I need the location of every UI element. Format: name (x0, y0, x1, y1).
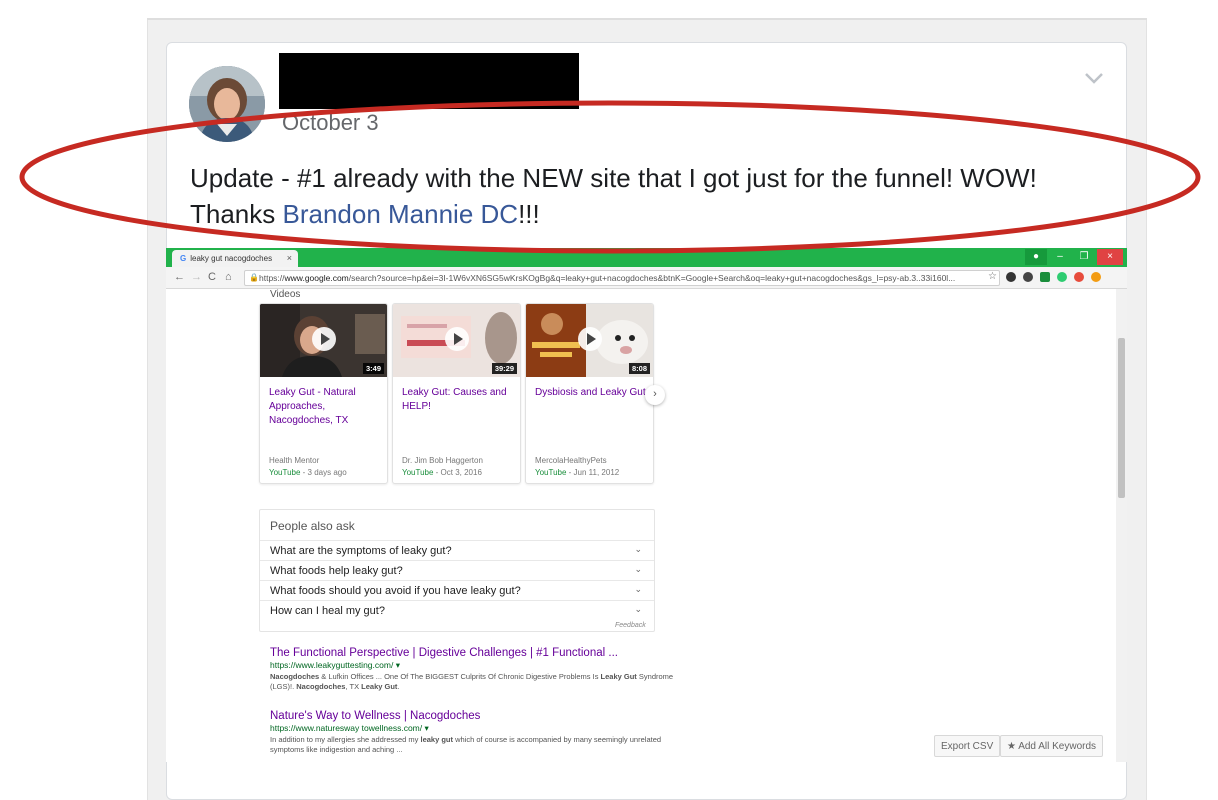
shield-icon[interactable] (1040, 272, 1050, 282)
dropdown-arrow-icon[interactable]: ▾ (396, 660, 400, 670)
chevron-down-icon[interactable]: ⌄ (634, 604, 642, 615)
video-duration: 39:29 (491, 363, 517, 374)
result-title[interactable]: Nature's Way to Wellness | Nacogdoches (270, 710, 690, 722)
author-name-redaction (279, 53, 579, 109)
video-date: - Jun 11, 2012 (566, 468, 620, 477)
chevron-down-icon[interactable]: ⌄ (634, 564, 642, 575)
url-path: /search?source=hp&ei=3I-1W6vXN6SG5wKrsKO… (348, 273, 956, 283)
result-url-text: https://www.leakyguttesting.com/ (270, 660, 394, 670)
play-icon[interactable] (445, 327, 469, 351)
chevron-down-icon[interactable]: ⌄ (634, 544, 642, 555)
dropdown-arrow-icon[interactable]: ▾ (425, 723, 429, 733)
tab-title: leaky gut nacogdoches (190, 254, 273, 263)
extension-icon[interactable] (1091, 272, 1101, 282)
google-icon: G (180, 254, 187, 263)
url-prefix: https:// (259, 273, 285, 283)
close-button[interactable]: × (1097, 249, 1123, 265)
bookmark-star-icon[interactable]: ☆ (988, 271, 997, 282)
paa-question-text: How can I heal my gut? (270, 605, 385, 617)
video-card[interactable]: 8:08 Dysbiosis and Leaky Gut MercolaHeal… (525, 303, 654, 484)
extension-icon[interactable] (1006, 272, 1016, 282)
video-title[interactable]: Leaky Gut - Natural Approaches, Nacogdoc… (269, 386, 381, 428)
video-channel: MercolaHealthyPets (535, 456, 607, 465)
user-icon[interactable]: ● (1025, 249, 1047, 265)
video-channel: Dr. Jim Bob Haggerton (402, 456, 483, 465)
add-all-keywords-label: Add All Keywords (1018, 741, 1097, 752)
star-icon: ★ (1007, 741, 1016, 752)
carousel-next-icon[interactable]: › (645, 385, 665, 405)
video-channel: Health Mentor (269, 456, 320, 465)
search-result: The Functional Perspective | Digestive C… (270, 647, 690, 692)
paa-question[interactable]: How can I heal my gut? ⌄ (260, 600, 654, 620)
video-duration: 3:49 (362, 363, 384, 374)
post-date[interactable]: October 3 (282, 110, 379, 136)
extension-icon[interactable] (1057, 272, 1067, 282)
result-url-text: https://www.naturesway towellness.com/ (270, 723, 423, 733)
search-results-page: Videos 3:49 Leaky Gut - Natural Approach… (166, 289, 1116, 762)
home-icon[interactable]: ⌂ (225, 271, 232, 283)
avatar[interactable] (189, 66, 265, 142)
video-title[interactable]: Dysbiosis and Leaky Gut (535, 386, 647, 400)
extension-icon[interactable] (1023, 272, 1033, 282)
result-snippet: In addition to my allergies she addresse… (270, 735, 662, 754)
extension-icon[interactable] (1074, 272, 1084, 282)
result-url[interactable]: https://www.leakyguttesting.com/ ▾ (270, 660, 690, 671)
scrollbar-thumb[interactable] (1118, 338, 1125, 498)
search-result: Nature's Way to Wellness | Nacogdoches h… (270, 710, 690, 755)
post-message-suffix: !!! (518, 199, 540, 229)
address-bar: ← → C ⌂ 🔒 https://www.google.com/search?s… (166, 267, 1127, 289)
result-title[interactable]: The Functional Perspective | Digestive C… (270, 647, 690, 659)
back-icon[interactable]: ← (174, 271, 185, 283)
result-url[interactable]: https://www.naturesway towellness.com/ ▾ (270, 723, 690, 734)
feedback-link[interactable]: Feedback (615, 622, 646, 629)
videos-heading: Videos (270, 289, 301, 300)
url-host: www.google.com (284, 273, 349, 283)
paa-question-text: What foods help leaky gut? (270, 565, 403, 577)
mention-link[interactable]: Brandon Mannie DC (283, 199, 519, 229)
window-controls: ● – ❐ × (1025, 249, 1123, 265)
video-duration: 8:08 (628, 363, 650, 374)
video-title[interactable]: Leaky Gut: Causes and HELP! (402, 386, 514, 414)
video-source: YouTube - Jun 11, 2012 (535, 468, 619, 477)
paa-question[interactable]: What foods help leaky gut? ⌄ (260, 560, 654, 580)
paa-title: People also ask (270, 519, 355, 533)
video-date: - Oct 3, 2016 (433, 468, 482, 477)
person-photo-icon (189, 66, 265, 142)
paa-question[interactable]: What are the symptoms of leaky gut? ⌄ (260, 540, 654, 560)
video-date: - 3 days ago (300, 468, 347, 477)
maximize-button[interactable]: ❐ (1073, 249, 1095, 265)
play-icon[interactable] (578, 327, 602, 351)
browser-titlebar: Gleaky gut nacogdoches × ● – ❐ × (166, 248, 1127, 267)
paa-question-text: What are the symptoms of leaky gut? (270, 545, 452, 557)
export-csv-button[interactable]: Export CSV (934, 735, 1001, 757)
chevron-down-icon[interactable] (1084, 68, 1104, 88)
tab-close-icon[interactable]: × (287, 253, 292, 263)
result-snippet: Nacogdoches & Lufkin Offices ... One Of … (270, 672, 674, 691)
browser-tab[interactable]: Gleaky gut nacogdoches × (172, 250, 298, 267)
play-icon[interactable] (312, 327, 336, 351)
chevron-down-icon[interactable]: ⌄ (634, 584, 642, 595)
video-source-site: YouTube (402, 468, 434, 477)
add-all-keywords-button[interactable]: ★ Add All Keywords (1000, 735, 1104, 757)
post-message: Update - #1 already with the NEW site th… (190, 160, 1120, 232)
reload-icon[interactable]: C (208, 271, 216, 283)
video-source: YouTube - 3 days ago (269, 468, 347, 477)
video-source-site: YouTube (535, 468, 567, 477)
video-source: YouTube - Oct 3, 2016 (402, 468, 482, 477)
people-also-ask: People also ask What are the symptoms of… (259, 509, 655, 632)
forward-icon[interactable]: → (191, 271, 202, 283)
extension-icons (1006, 272, 1101, 282)
paa-question-text: What foods should you avoid if you have … (270, 585, 521, 597)
attached-screenshot[interactable]: Gleaky gut nacogdoches × ● – ❐ × ← → C ⌂… (166, 248, 1127, 762)
url-input[interactable]: 🔒 https://www.google.com/search?source=hp… (244, 270, 1000, 286)
video-card[interactable]: 3:49 Leaky Gut - Natural Approaches, Nac… (259, 303, 388, 484)
paa-question[interactable]: What foods should you avoid if you have … (260, 580, 654, 600)
minimize-button[interactable]: – (1049, 249, 1071, 265)
lock-icon: 🔒 (249, 273, 259, 282)
feed-divider (147, 18, 1147, 20)
video-source-site: YouTube (269, 468, 301, 477)
video-card[interactable]: 39:29 Leaky Gut: Causes and HELP! Dr. Ji… (392, 303, 521, 484)
